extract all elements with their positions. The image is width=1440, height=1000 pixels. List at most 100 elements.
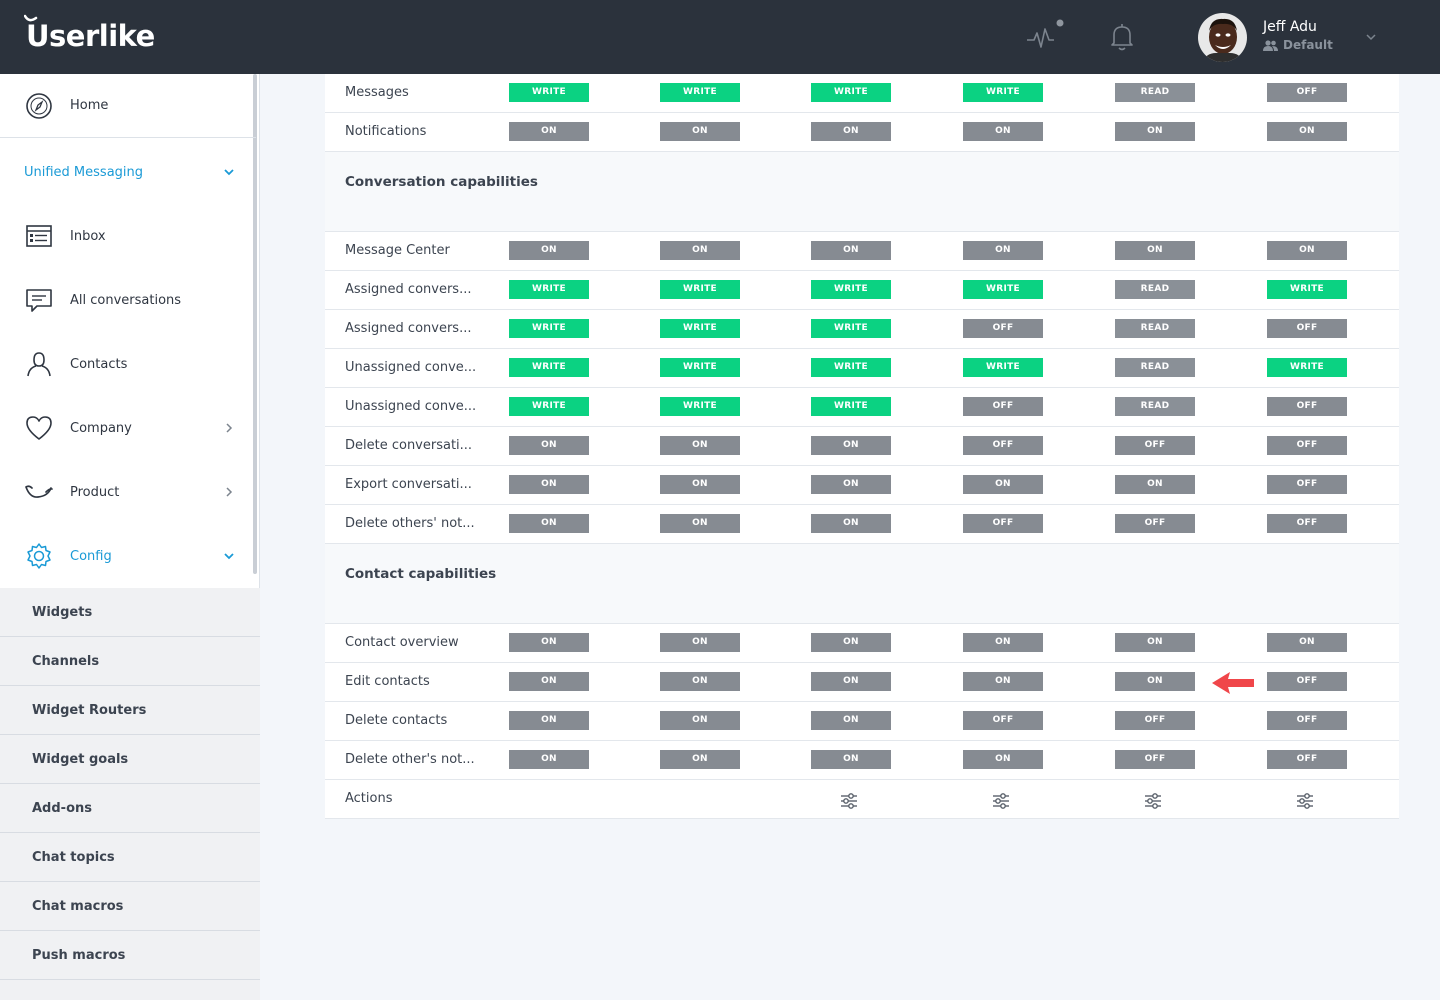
sidebar-sub-item-channels[interactable]: Channels xyxy=(0,637,260,686)
permission-toggle-write[interactable]: WRITE xyxy=(509,397,589,416)
permission-toggle-on[interactable]: ON xyxy=(811,750,891,769)
permission-toggle-on[interactable]: ON xyxy=(660,475,740,494)
permission-toggle-on[interactable]: ON xyxy=(509,672,589,691)
sidebar-item-unified-messaging[interactable]: Unified Messaging xyxy=(0,139,256,205)
sliders-settings-icon[interactable] xyxy=(1144,792,1162,810)
permission-toggle-on[interactable]: ON xyxy=(660,514,740,533)
permission-toggle-off[interactable]: OFF xyxy=(963,319,1043,338)
sidebar-item-inbox[interactable]: Inbox xyxy=(0,204,256,268)
permission-toggle-off[interactable]: OFF xyxy=(1115,436,1195,455)
permission-toggle-on[interactable]: ON xyxy=(963,241,1043,260)
sliders-settings-icon[interactable] xyxy=(1296,792,1314,810)
sidebar-item-all-conversations[interactable]: All conversations xyxy=(0,268,256,332)
permission-toggle-on[interactable]: ON xyxy=(660,633,740,652)
permission-toggle-on[interactable]: ON xyxy=(660,436,740,455)
sidebar-sub-item-more[interactable] xyxy=(0,980,260,1000)
permission-toggle-on[interactable]: ON xyxy=(1267,122,1347,141)
permission-toggle-write[interactable]: WRITE xyxy=(1267,280,1347,299)
permission-toggle-off[interactable]: OFF xyxy=(963,711,1043,730)
permission-toggle-on[interactable]: ON xyxy=(509,711,589,730)
permission-toggle-on[interactable]: ON xyxy=(811,514,891,533)
permission-toggle-off[interactable]: OFF xyxy=(1115,514,1195,533)
permission-toggle-on[interactable]: ON xyxy=(1115,672,1195,691)
permission-toggle-write[interactable]: WRITE xyxy=(811,358,891,377)
user-name[interactable]: Jeff Adu xyxy=(1263,19,1317,35)
permission-toggle-off[interactable]: OFF xyxy=(1115,711,1195,730)
permission-toggle-on[interactable]: ON xyxy=(1115,633,1195,652)
permission-toggle-write[interactable]: WRITE xyxy=(509,358,589,377)
permission-toggle-write[interactable]: WRITE xyxy=(660,397,740,416)
sidebar-sub-item-widgets[interactable]: Widgets xyxy=(0,588,260,637)
sidebar-item-config[interactable]: Config xyxy=(0,524,256,588)
permission-toggle-on[interactable]: ON xyxy=(963,633,1043,652)
permission-toggle-on[interactable]: ON xyxy=(811,633,891,652)
sidebar-sub-item-chat-topics[interactable]: Chat topics xyxy=(0,833,260,882)
permission-toggle-on[interactable]: ON xyxy=(660,672,740,691)
permission-toggle-write[interactable]: WRITE xyxy=(811,83,891,102)
permission-toggle-off[interactable]: OFF xyxy=(1267,397,1347,416)
permission-toggle-off[interactable]: OFF xyxy=(1267,319,1347,338)
permission-toggle-on[interactable]: ON xyxy=(811,672,891,691)
permission-toggle-off[interactable]: OFF xyxy=(1267,750,1347,769)
permission-toggle-off[interactable]: OFF xyxy=(1267,711,1347,730)
permission-toggle-off[interactable]: OFF xyxy=(1267,672,1347,691)
permission-toggle-on[interactable]: ON xyxy=(963,475,1043,494)
sliders-settings-icon[interactable] xyxy=(840,792,858,810)
permission-toggle-write[interactable]: WRITE xyxy=(660,280,740,299)
sidebar-item-product[interactable]: Product xyxy=(0,460,256,524)
permission-toggle-write[interactable]: WRITE xyxy=(509,83,589,102)
permission-toggle-write[interactable]: WRITE xyxy=(963,280,1043,299)
permission-toggle-off[interactable]: OFF xyxy=(1267,514,1347,533)
permission-toggle-on[interactable]: ON xyxy=(1115,475,1195,494)
permission-toggle-write[interactable]: WRITE xyxy=(963,83,1043,102)
permission-toggle-write[interactable]: WRITE xyxy=(963,358,1043,377)
activity-pulse-icon[interactable] xyxy=(1026,18,1066,54)
permission-toggle-on[interactable]: ON xyxy=(509,436,589,455)
permission-toggle-on[interactable]: ON xyxy=(509,750,589,769)
permission-toggle-off[interactable]: OFF xyxy=(1267,83,1347,102)
permission-toggle-read[interactable]: READ xyxy=(1115,280,1195,299)
sidebar-sub-item-chat-macros[interactable]: Chat macros xyxy=(0,882,260,931)
permission-toggle-write[interactable]: WRITE xyxy=(509,280,589,299)
permission-toggle-read[interactable]: READ xyxy=(1115,83,1195,102)
permission-toggle-off[interactable]: OFF xyxy=(963,514,1043,533)
permission-toggle-on[interactable]: ON xyxy=(1267,633,1347,652)
permission-toggle-on[interactable]: ON xyxy=(1115,241,1195,260)
notification-bell-icon[interactable] xyxy=(1108,22,1136,52)
permission-toggle-on[interactable]: ON xyxy=(660,711,740,730)
permission-toggle-off[interactable]: OFF xyxy=(1115,750,1195,769)
permission-toggle-on[interactable]: ON xyxy=(963,750,1043,769)
permission-toggle-on[interactable]: ON xyxy=(811,241,891,260)
permission-toggle-write[interactable]: WRITE xyxy=(660,83,740,102)
permission-toggle-on[interactable]: ON xyxy=(509,241,589,260)
permission-toggle-read[interactable]: READ xyxy=(1115,358,1195,377)
permission-toggle-write[interactable]: WRITE xyxy=(660,319,740,338)
permission-toggle-write[interactable]: WRITE xyxy=(1267,358,1347,377)
sidebar-item-contacts[interactable]: Contacts xyxy=(0,332,256,396)
permission-toggle-on[interactable]: ON xyxy=(811,436,891,455)
sidebar-sub-item-widget-routers[interactable]: Widget Routers xyxy=(0,686,260,735)
permission-toggle-on[interactable]: ON xyxy=(963,672,1043,691)
permission-toggle-write[interactable]: WRITE xyxy=(811,397,891,416)
permission-toggle-on[interactable]: ON xyxy=(963,122,1043,141)
permission-toggle-write[interactable]: WRITE xyxy=(509,319,589,338)
sidebar-item-company[interactable]: Company xyxy=(0,396,256,460)
permission-toggle-on[interactable]: ON xyxy=(660,750,740,769)
sidebar-item-home[interactable]: Home xyxy=(0,74,256,138)
sidebar-sub-item-widget-goals[interactable]: Widget goals xyxy=(0,735,260,784)
userlike-logo[interactable]: Userlike xyxy=(24,14,155,56)
sidebar-sub-item-push-macros[interactable]: Push macros xyxy=(0,931,260,980)
permission-toggle-write[interactable]: WRITE xyxy=(811,319,891,338)
sidebar-sub-item-add-ons[interactable]: Add-ons xyxy=(0,784,260,833)
permission-toggle-on[interactable]: ON xyxy=(1115,122,1195,141)
permission-toggle-read[interactable]: READ xyxy=(1115,319,1195,338)
permission-toggle-on[interactable]: ON xyxy=(660,241,740,260)
permission-toggle-on[interactable]: ON xyxy=(509,633,589,652)
permission-toggle-on[interactable]: ON xyxy=(811,711,891,730)
permission-toggle-off[interactable]: OFF xyxy=(963,397,1043,416)
user-menu-chevron-down-icon[interactable] xyxy=(1364,30,1378,44)
permission-toggle-on[interactable]: ON xyxy=(1267,241,1347,260)
permission-toggle-off[interactable]: OFF xyxy=(1267,436,1347,455)
permission-toggle-off[interactable]: OFF xyxy=(963,436,1043,455)
permission-toggle-on[interactable]: ON xyxy=(660,122,740,141)
